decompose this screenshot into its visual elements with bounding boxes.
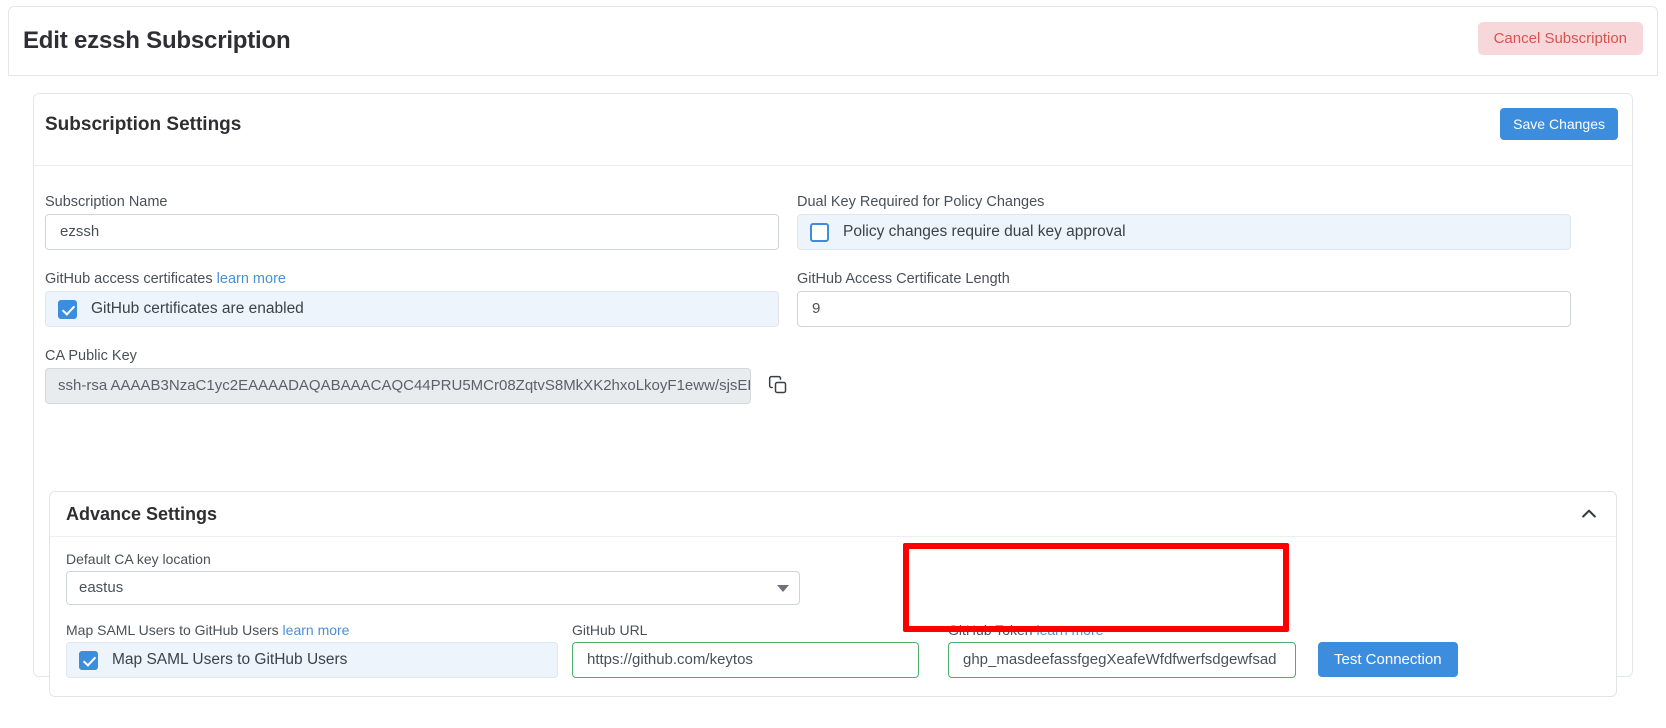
- dual-key-label: Dual Key Required for Policy Changes: [797, 194, 1045, 210]
- subscription-settings-card: Subscription Settings Save Changes Subsc…: [33, 93, 1633, 697]
- github-certificates-label: GitHub access certificates learn more: [45, 271, 286, 287]
- dual-key-checkbox-row[interactable]: Policy changes require dual key approval: [797, 214, 1571, 250]
- subscription-settings-title: Subscription Settings: [45, 114, 242, 135]
- github-token-label-text: GitHub Token: [948, 622, 1033, 638]
- save-changes-button[interactable]: Save Changes: [1500, 108, 1618, 140]
- github-token-learn-more-link[interactable]: learn more: [1036, 622, 1103, 638]
- map-saml-label-text: Map SAML Users to GitHub Users: [66, 622, 279, 638]
- chevron-up-icon: [1579, 504, 1599, 527]
- test-connection-button[interactable]: Test Connection: [1318, 642, 1458, 677]
- subscription-name-input[interactable]: ezssh: [45, 214, 779, 250]
- github-url-label: GitHub URL: [572, 622, 648, 638]
- advance-settings-collapse-button[interactable]: [1574, 500, 1604, 530]
- ca-key-location-value: eastus: [79, 579, 124, 596]
- app-root: Edit ezssh Subscription Cancel Subscript…: [0, 0, 1666, 728]
- map-saml-checkbox-row[interactable]: Map SAML Users to GitHub Users: [66, 642, 558, 678]
- chevron-down-icon: [777, 585, 789, 592]
- map-saml-checkbox[interactable]: [79, 650, 98, 670]
- cancel-subscription-button[interactable]: Cancel Subscription: [1477, 22, 1643, 55]
- ca-key-location-label: Default CA key location: [66, 551, 211, 567]
- github-token-input[interactable]: ghp_masdeefassfgegXeafeWfdfwerfsdgewfsad: [948, 642, 1296, 678]
- advance-settings-panel: Advance Settings Default CA key location…: [49, 491, 1617, 697]
- ca-key-location-select[interactable]: eastus: [66, 571, 800, 605]
- cert-length-input[interactable]: 9: [797, 291, 1571, 327]
- copy-icon: [768, 375, 788, 398]
- map-saml-learn-more-link[interactable]: learn more: [283, 622, 350, 638]
- copy-icon-button[interactable]: [759, 367, 797, 405]
- github-certificates-learn-more-link[interactable]: learn more: [217, 271, 286, 287]
- advance-settings-header[interactable]: Advance Settings: [50, 492, 1616, 537]
- subscription-name-label: Subscription Name: [45, 194, 168, 210]
- ca-public-key-label: CA Public Key: [45, 348, 137, 364]
- github-certificates-checkbox-label: GitHub certificates are enabled: [91, 300, 304, 317]
- ca-public-key-input[interactable]: ssh-rsa AAAAB3NzaC1yc2EAAAADAQABAAACAQC4…: [45, 368, 751, 404]
- subscription-settings-header: Subscription Settings Save Changes: [34, 94, 1632, 166]
- dual-key-checkbox-label: Policy changes require dual key approval: [843, 223, 1126, 240]
- github-certificates-checkbox[interactable]: [58, 299, 77, 319]
- advance-settings-title: Advance Settings: [66, 504, 218, 524]
- page-title: Edit ezssh Subscription: [23, 27, 291, 54]
- github-certificates-label-text: GitHub access certificates: [45, 271, 213, 287]
- map-saml-checkbox-label: Map SAML Users to GitHub Users: [112, 651, 348, 668]
- cert-length-label: GitHub Access Certificate Length: [797, 271, 1010, 287]
- dual-key-checkbox[interactable]: [810, 222, 829, 242]
- github-url-input[interactable]: https://github.com/keytos: [572, 642, 919, 678]
- map-saml-label: Map SAML Users to GitHub Users learn mor…: [66, 622, 349, 638]
- page-header: Edit ezssh Subscription Cancel Subscript…: [8, 6, 1658, 76]
- github-certificates-checkbox-row[interactable]: GitHub certificates are enabled: [45, 291, 779, 327]
- github-token-label: GitHub Token learn more: [948, 622, 1103, 638]
